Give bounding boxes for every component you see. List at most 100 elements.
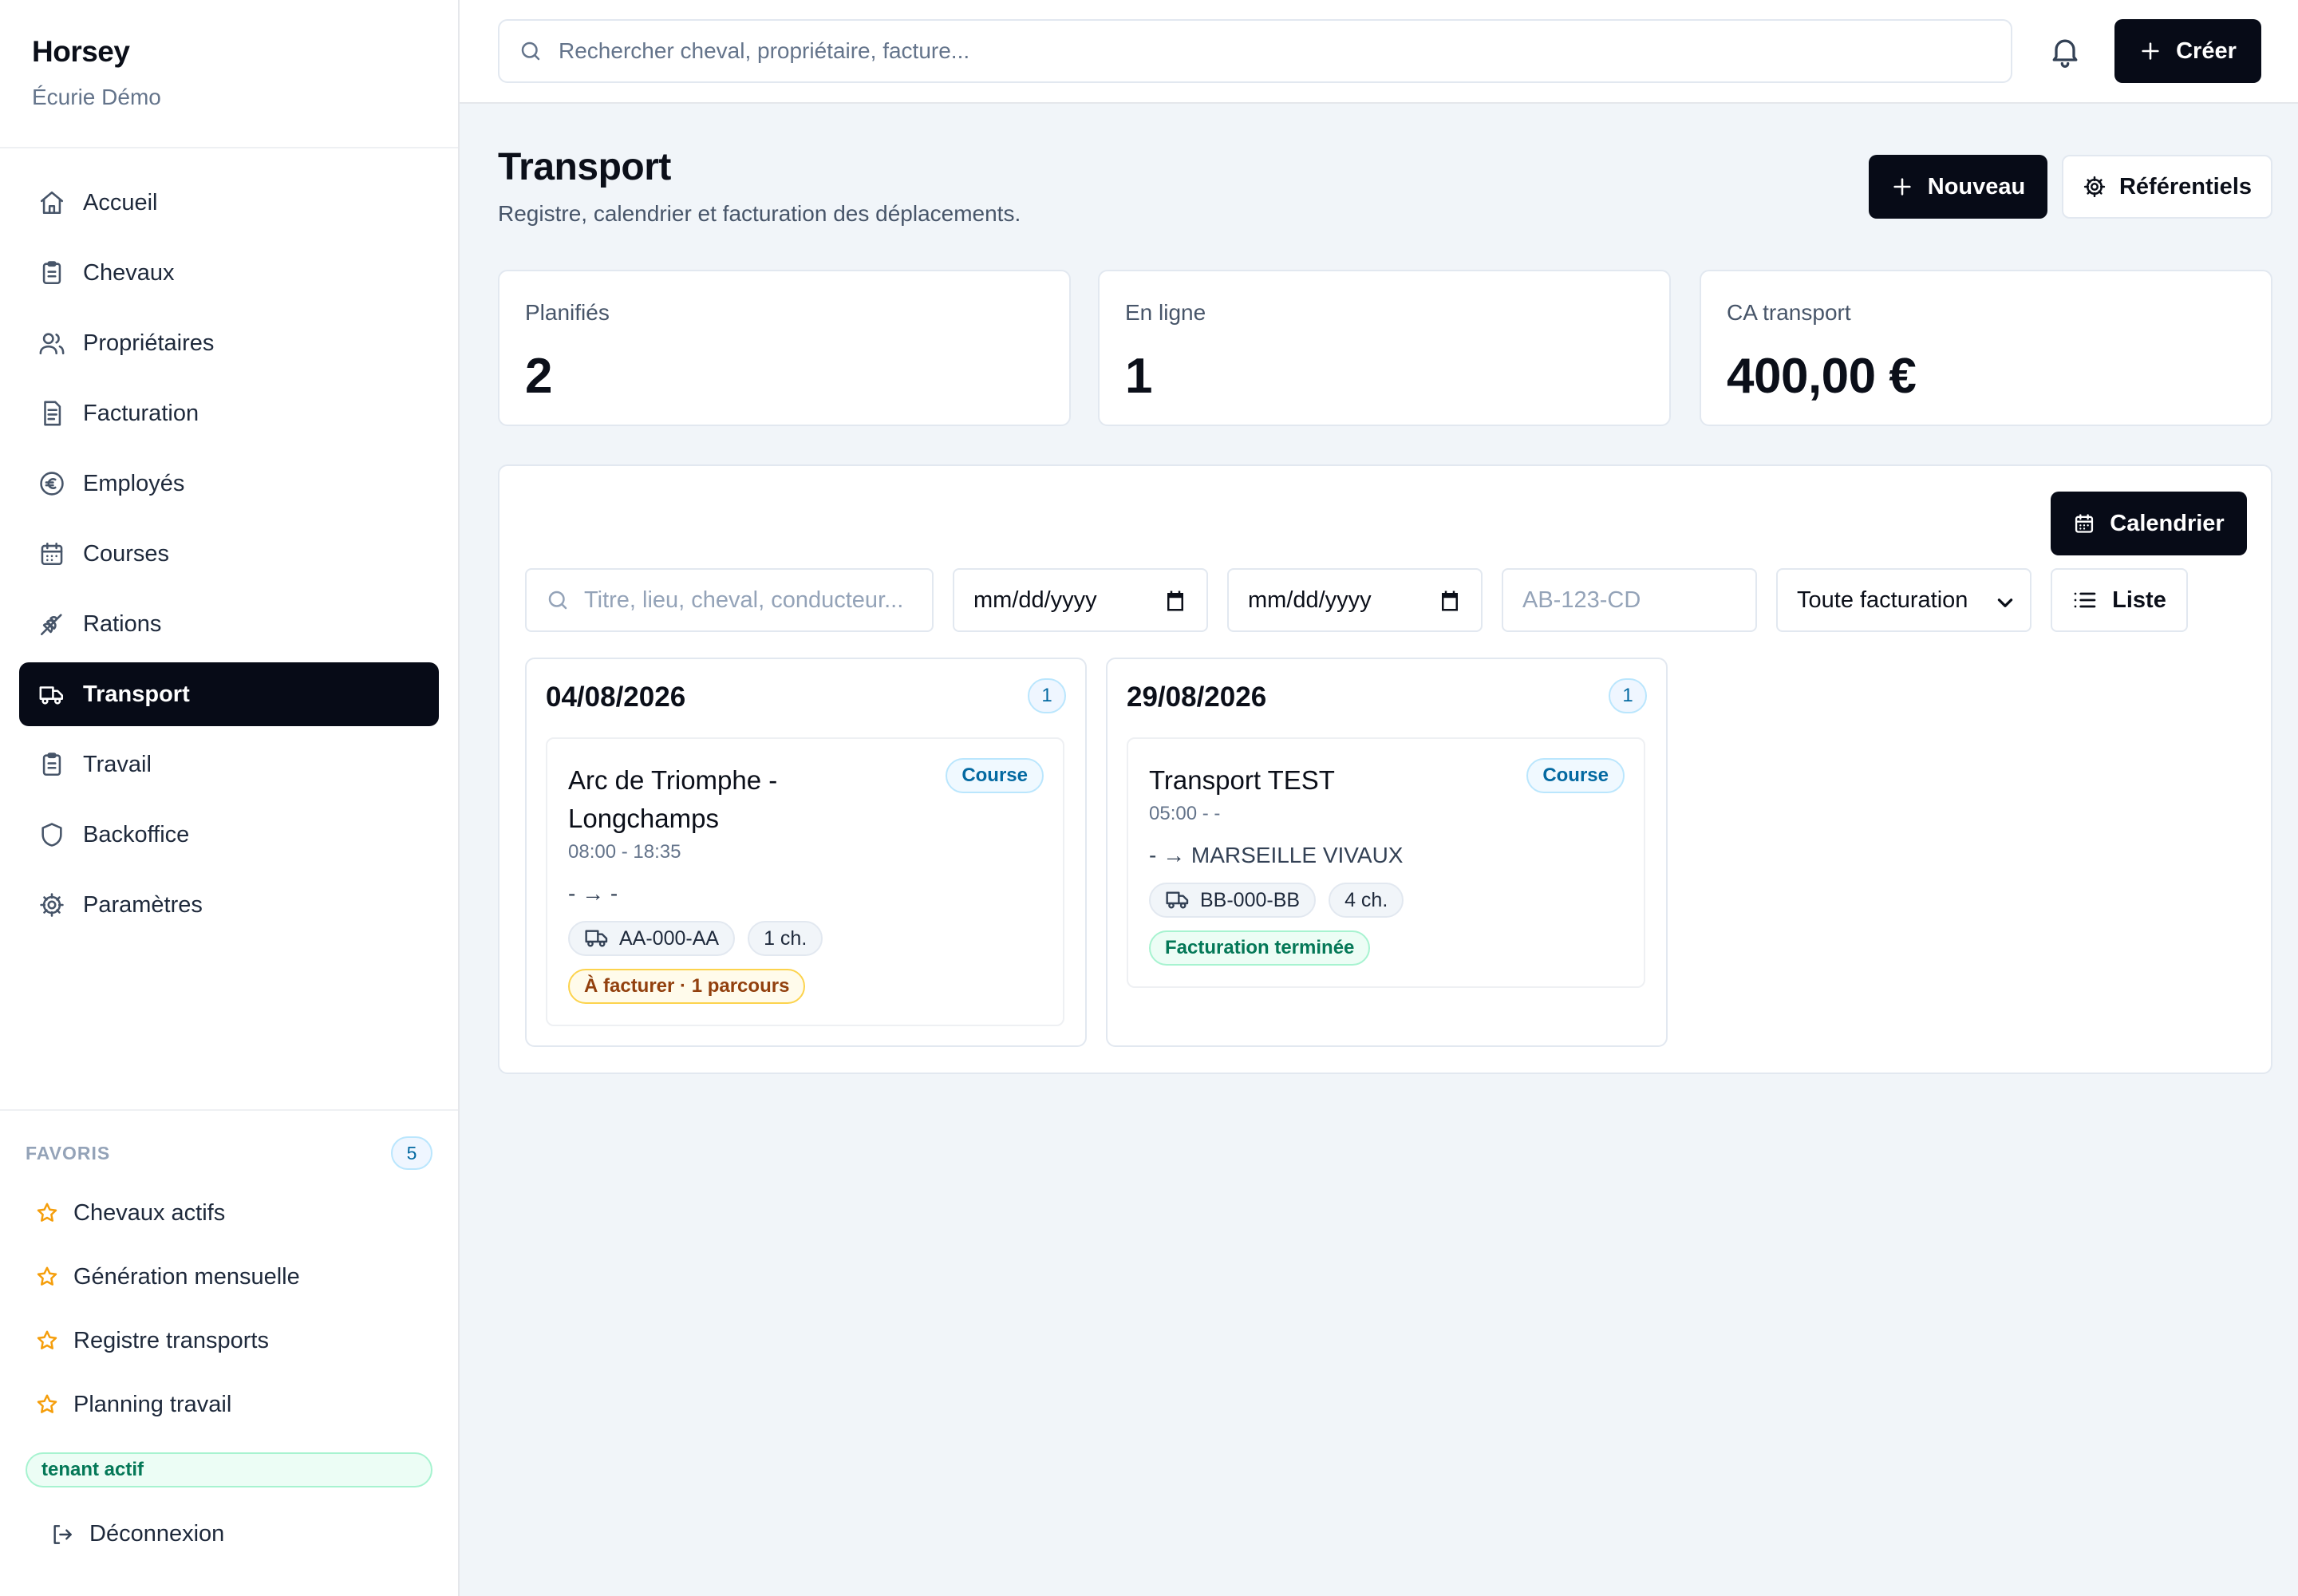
- stat-value: 1: [1125, 349, 1152, 404]
- stable-name: Écurie Démo: [32, 85, 161, 109]
- sidebar-item-transport[interactable]: Transport: [19, 662, 439, 726]
- favorite-item-generation-mensuelle[interactable]: Génération mensuelle: [26, 1245, 432, 1309]
- favorites-list: Chevaux actifs Génération mensuelle Regi…: [26, 1181, 432, 1436]
- shield-icon: [41, 823, 62, 847]
- truck-icon: [1166, 891, 1189, 909]
- sidebar-item-accueil[interactable]: Accueil: [19, 171, 439, 235]
- calendar-day-column: 29/08/2026 1 Transport TEST Course 05:00…: [1106, 658, 1668, 1047]
- sidebar-item-rations[interactable]: Rations: [19, 592, 439, 656]
- topbar: Rechercher cheval, propriétaire, facture…: [460, 0, 2298, 104]
- truck-icon: [39, 686, 64, 705]
- list-view-button[interactable]: Liste: [2051, 568, 2188, 632]
- divider: [0, 1109, 458, 1111]
- favorites-header: FAVORIS 5: [26, 1136, 432, 1170]
- sidebar: Horsey Écurie Démo Accueil Chevaux Propr…: [0, 0, 460, 1596]
- gear-icon: [2083, 176, 2106, 198]
- list-icon: [2074, 592, 2096, 608]
- transport-search-input[interactable]: Titre, lieu, cheval, conducteur...: [525, 568, 934, 632]
- euro-circle-icon: [40, 472, 64, 496]
- sidebar-item-label: Rations: [83, 610, 162, 637]
- sidebar-item-label: Courses: [83, 540, 169, 567]
- trip-time: 08:00 - 18:35: [568, 841, 681, 863]
- trip-type-badge: Course: [1526, 758, 1625, 793]
- global-search-input[interactable]: Rechercher cheval, propriétaire, facture…: [498, 19, 2012, 83]
- sidebar-item-label: Travail: [83, 751, 152, 777]
- calendar-icon: [1167, 591, 1183, 611]
- truck-icon: [585, 930, 608, 947]
- sidebar-item-employes[interactable]: Employés: [19, 452, 439, 516]
- sidebar-item-backoffice[interactable]: Backoffice: [19, 803, 439, 867]
- stat-label: CA transport: [1727, 300, 1851, 325]
- stat-card-planned: Planifiés 2: [498, 270, 1071, 426]
- star-icon: [37, 1266, 57, 1286]
- plus-icon: [2142, 42, 2159, 60]
- main-content: Transport Registre, calendrier et factur…: [460, 104, 2298, 1596]
- billing-status-select[interactable]: Toute facturation: [1776, 568, 2031, 632]
- brand: Horsey Écurie Démo: [32, 35, 161, 110]
- users-icon: [39, 333, 65, 355]
- page-title: Transport: [498, 146, 671, 188]
- sidebar-item-label: Facturation: [83, 400, 199, 426]
- new-button-label: Nouveau: [1927, 173, 2026, 200]
- capacity-chip: 4 ch.: [1329, 883, 1404, 918]
- vehicle-plate-chip: BB-000-BB: [1149, 883, 1317, 918]
- day-date: 04/08/2026: [546, 681, 686, 713]
- logout-label: Déconnexion: [89, 1521, 225, 1547]
- plus-icon: [1893, 178, 1911, 196]
- favorite-item-registre-transports[interactable]: Registre transports: [26, 1309, 432, 1373]
- plate-placeholder: AB-123-CD: [1522, 587, 1641, 613]
- stat-label: Planifiés: [525, 300, 610, 325]
- invoice-icon: [44, 401, 61, 426]
- tenant-status-badge: tenant actif: [26, 1452, 432, 1487]
- trip-route: - → -: [568, 881, 618, 906]
- gear-icon: [40, 893, 64, 917]
- trip-title: Transport TEST: [1149, 765, 1335, 795]
- star-icon: [37, 1330, 57, 1349]
- billing-status-badge: Facturation terminée: [1149, 930, 1371, 966]
- trip-type-badge: Course: [946, 758, 1044, 793]
- date-from-field[interactable]: mm/dd/yyyy: [953, 568, 1208, 632]
- calendar-icon: [2075, 514, 2094, 533]
- calendar-view-button[interactable]: Calendrier: [2051, 492, 2247, 555]
- referentials-button[interactable]: Référentiels: [2062, 155, 2272, 219]
- trip-chips: AA-000-AA 1 ch.: [568, 921, 835, 956]
- create-button[interactable]: Créer: [2114, 19, 2261, 83]
- favorite-label: Registre transports: [73, 1327, 269, 1353]
- new-transport-button[interactable]: Nouveau: [1869, 155, 2047, 219]
- stat-card-online: En ligne 1: [1098, 270, 1671, 426]
- trip-title: Arc de Triomphe - Longchamps: [568, 765, 778, 833]
- sidebar-item-facturation[interactable]: Facturation: [19, 381, 439, 445]
- sidebar-item-label: Transport: [83, 681, 190, 707]
- favorite-item-planning-travail[interactable]: Planning travail: [26, 1373, 432, 1436]
- date-to-field[interactable]: mm/dd/yyyy: [1227, 568, 1483, 632]
- calendar-button-label: Calendrier: [2110, 510, 2225, 536]
- logout-button[interactable]: Déconnexion: [49, 1521, 224, 1547]
- sidebar-item-chevaux[interactable]: Chevaux: [19, 241, 439, 305]
- sidebar-item-label: Accueil: [83, 189, 158, 215]
- search-icon: [548, 591, 567, 610]
- trip-route: - → MARSEILLE VIVAUX: [1149, 843, 1404, 867]
- trip-chips: BB-000-BB 4 ch.: [1149, 883, 1416, 918]
- list-button-label: Liste: [2112, 587, 2166, 613]
- transport-card[interactable]: Transport TEST Course 05:00 - - - → MARS…: [1127, 737, 1645, 988]
- wheat-icon: [40, 614, 62, 636]
- sidebar-item-proprietaires[interactable]: Propriétaires: [19, 311, 439, 375]
- sidebar-item-travail[interactable]: Travail: [19, 733, 439, 796]
- sidebar-nav: Accueil Chevaux Propriétaires Facturatio…: [19, 171, 439, 943]
- chevron-down-icon: [1997, 598, 2013, 607]
- search-icon: [521, 41, 540, 61]
- sidebar-item-label: Chevaux: [83, 259, 175, 286]
- clipboard-icon: [42, 261, 61, 285]
- transport-card[interactable]: Arc de Triomphe - Longchamps Course 08:0…: [546, 737, 1064, 1026]
- stat-value: 2: [525, 349, 552, 404]
- calendar-icon: [41, 542, 63, 566]
- bell-icon[interactable]: [2047, 34, 2083, 69]
- sidebar-item-courses[interactable]: Courses: [19, 522, 439, 586]
- favorite-item-chevaux-actifs[interactable]: Chevaux actifs: [26, 1181, 432, 1245]
- sidebar-item-parametres[interactable]: Paramètres: [19, 873, 439, 937]
- star-icon: [37, 1203, 57, 1222]
- page-subtitle: Registre, calendrier et facturation des …: [498, 201, 1021, 226]
- clipboard-icon: [42, 753, 61, 776]
- plate-filter-input[interactable]: AB-123-CD: [1502, 568, 1757, 632]
- create-button-label: Créer: [2176, 38, 2237, 64]
